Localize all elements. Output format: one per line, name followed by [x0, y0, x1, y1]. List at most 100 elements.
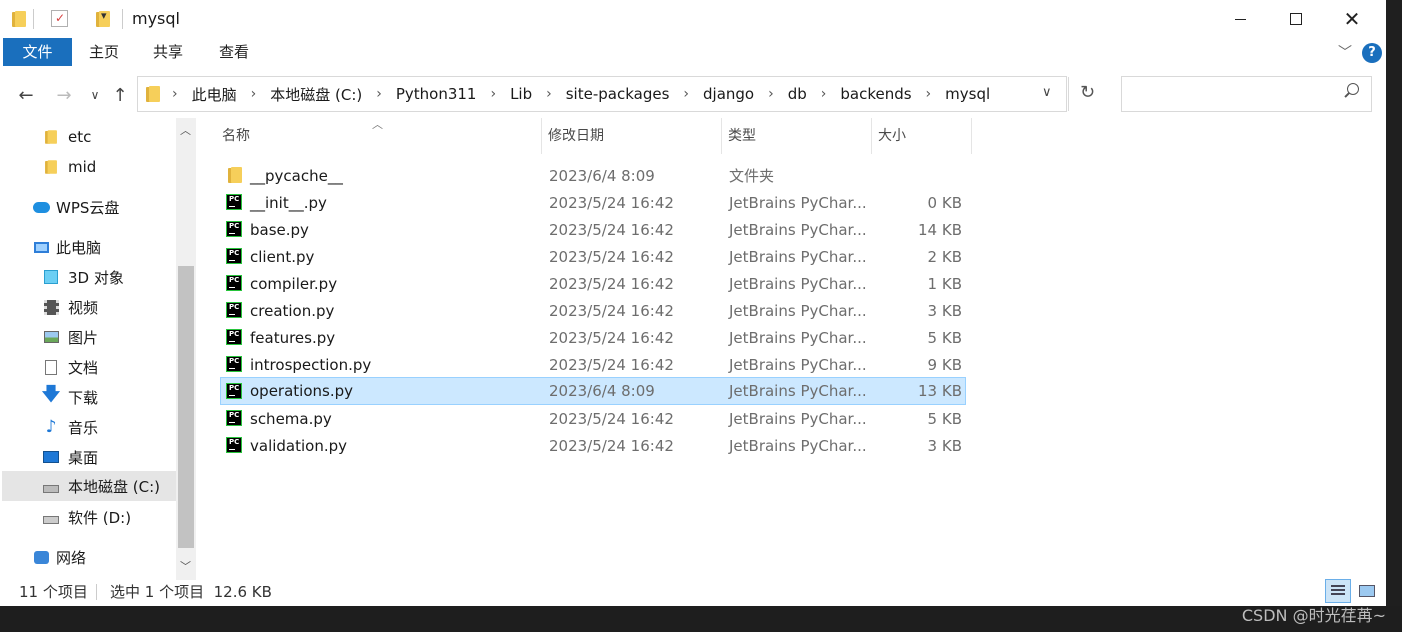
nav-item-label: etc — [68, 128, 92, 146]
nav-item-desktop[interactable]: 桌面 — [42, 443, 98, 471]
file-row[interactable]: client.py 2023/5/24 16:42 JetBrains PyCh… — [220, 243, 966, 270]
nav-item-3d-objects[interactable]: 3D 对象 — [42, 263, 124, 291]
refresh-icon[interactable]: ↻ — [1080, 82, 1095, 103]
breadcrumb-separator[interactable]: › — [534, 86, 564, 102]
address-history-dropdown[interactable]: ∨ — [1042, 85, 1052, 100]
nav-item-videos[interactable]: 视频 — [42, 293, 98, 321]
file-row[interactable]: schema.py 2023/5/24 16:42 JetBrains PyCh… — [220, 405, 966, 432]
nav-item-drive-d[interactable]: 软件 (D:) — [42, 503, 131, 531]
window-title: mysql — [132, 9, 180, 28]
breadcrumb-separator[interactable]: › — [914, 86, 944, 102]
search-input[interactable] — [1128, 83, 1342, 107]
breadcrumb-separator[interactable]: › — [239, 86, 269, 102]
breadcrumb-item[interactable]: Lib — [508, 85, 534, 103]
forward-arrow-icon: → — [56, 84, 72, 106]
file-size: 9 KB — [927, 355, 962, 374]
nav-item-this-pc[interactable]: 此电脑 — [32, 233, 101, 261]
scroll-down-icon[interactable]: ﹀ — [180, 558, 191, 574]
file-row[interactable]: creation.py 2023/5/24 16:42 JetBrains Py… — [220, 297, 966, 324]
recent-locations-button[interactable]: ∨ — [82, 80, 108, 110]
breadcrumb-separator[interactable]: › — [478, 86, 508, 102]
status-item-count: 11 个项目 — [19, 583, 88, 601]
tab-home[interactable]: 主页 — [80, 38, 128, 66]
nav-item-label: WPS云盘 — [56, 198, 120, 217]
qat-dropdown-icon[interactable]: ▾ — [101, 9, 107, 22]
scroll-up-icon[interactable]: ︿ — [180, 122, 191, 138]
column-header-date[interactable]: 修改日期 — [542, 118, 722, 154]
nav-pane-scrollbar[interactable]: ︿ ﹀ — [176, 118, 196, 580]
file-type: JetBrains PyChar... — [729, 301, 867, 320]
tab-view[interactable]: 查看 — [209, 38, 259, 66]
help-icon[interactable]: ? — [1362, 43, 1382, 63]
file-name: compiler.py — [250, 274, 338, 293]
file-date: 2023/5/24 16:42 — [549, 409, 674, 428]
file-explorer-window: ✓ ▾ mysql ✕ 文件 主页 共享 查看 ﹀ ? ← → ∨ ↑ › 此电… — [0, 0, 1386, 606]
pycharm-file-icon — [226, 356, 242, 372]
breadcrumb-separator[interactable]: › — [809, 86, 839, 102]
large-icons-view-button[interactable] — [1354, 579, 1380, 603]
breadcrumb-separator[interactable]: › — [671, 86, 701, 102]
nav-item-label: mid — [68, 158, 97, 176]
music-icon: ♪ — [45, 417, 57, 437]
nav-item-network[interactable]: 网络 — [32, 543, 86, 571]
file-size: 13 KB — [918, 382, 962, 400]
breadcrumb-item[interactable]: backends — [838, 85, 913, 103]
nav-item-etc[interactable]: etc — [42, 123, 91, 151]
details-view-button[interactable] — [1325, 579, 1351, 603]
file-row[interactable]: features.py 2023/5/24 16:42 JetBrains Py… — [220, 324, 966, 351]
nav-item-drive-c[interactable]: 本地磁盘 (C:) — [2, 471, 176, 501]
breadcrumb-item[interactable]: mysql — [943, 85, 992, 103]
drive-c-icon — [43, 485, 59, 493]
forward-button[interactable]: → — [51, 80, 77, 110]
breadcrumb-separator[interactable]: › — [160, 86, 190, 102]
pycharm-file-icon — [226, 221, 242, 237]
nav-item-documents[interactable]: 文档 — [42, 353, 98, 381]
breadcrumb-item[interactable]: site-packages — [564, 85, 672, 103]
breadcrumb-item[interactable]: Python311 — [394, 85, 479, 103]
breadcrumb-item[interactable]: db — [786, 85, 809, 103]
nav-item-downloads[interactable]: 🡇 下载 — [42, 383, 98, 411]
nav-item-label: 此电脑 — [56, 238, 102, 257]
search-box[interactable] — [1121, 76, 1372, 112]
up-button[interactable]: ↑ — [107, 80, 133, 110]
properties-icon[interactable]: ✓ — [51, 10, 68, 27]
breadcrumb-separator[interactable]: › — [364, 86, 394, 102]
file-row-selected[interactable]: operations.py 2023/6/4 8:09 JetBrains Py… — [220, 377, 966, 405]
breadcrumb-item[interactable]: django — [701, 85, 756, 103]
file-row-folder[interactable]: __pycache__ 2023/6/4 8:09 文件夹 — [220, 162, 966, 189]
file-row[interactable]: compiler.py 2023/5/24 16:42 JetBrains Py… — [220, 270, 966, 297]
file-row[interactable]: base.py 2023/5/24 16:42 JetBrains PyChar… — [220, 216, 966, 243]
nav-item-music[interactable]: ♪ 音乐 — [42, 413, 98, 441]
nav-item-wps-cloud[interactable]: WPS云盘 — [32, 193, 119, 221]
nav-item-label: 音乐 — [68, 418, 99, 437]
column-header-name[interactable]: 名称 — [216, 118, 542, 154]
column-header-type[interactable]: 类型 — [722, 118, 872, 154]
breadcrumb-separator[interactable]: › — [756, 86, 786, 102]
pycharm-file-icon — [226, 329, 242, 345]
nav-item-pictures[interactable]: 图片 — [42, 323, 98, 351]
breadcrumb: › 此电脑 › 本地磁盘 (C:) › Python311 › Lib › si… — [146, 77, 992, 111]
file-type: JetBrains PyChar... — [729, 409, 867, 428]
file-row[interactable]: introspection.py 2023/5/24 16:42 JetBrai… — [220, 351, 966, 378]
maximize-button[interactable] — [1268, 0, 1324, 38]
pycharm-file-icon — [226, 194, 242, 210]
background-strip — [1386, 0, 1402, 606]
file-row[interactable]: validation.py 2023/5/24 16:42 JetBrains … — [220, 432, 966, 459]
breadcrumb-item[interactable]: 此电脑 — [190, 84, 239, 105]
nav-item-mid[interactable]: mid — [42, 153, 96, 181]
breadcrumb-item[interactable]: 本地磁盘 (C:) — [268, 84, 364, 105]
scrollbar-thumb[interactable] — [178, 266, 194, 548]
column-header-size[interactable]: 大小 — [872, 118, 972, 154]
maximize-icon — [1290, 13, 1302, 25]
tab-file[interactable]: 文件 — [3, 38, 72, 66]
tab-share[interactable]: 共享 — [144, 38, 192, 66]
cloud-icon — [32, 201, 50, 213]
file-row[interactable]: __init__.py 2023/5/24 16:42 JetBrains Py… — [220, 189, 966, 216]
file-date: 2023/5/24 16:42 — [549, 301, 674, 320]
ribbon-expand-icon[interactable]: ﹀ — [1338, 42, 1352, 62]
back-button[interactable]: ← — [13, 80, 39, 110]
nav-item-label: 图片 — [68, 328, 99, 347]
minimize-button[interactable] — [1212, 0, 1268, 38]
address-bar[interactable]: › 此电脑 › 本地磁盘 (C:) › Python311 › Lib › si… — [137, 76, 1095, 112]
close-button[interactable]: ✕ — [1324, 0, 1380, 38]
